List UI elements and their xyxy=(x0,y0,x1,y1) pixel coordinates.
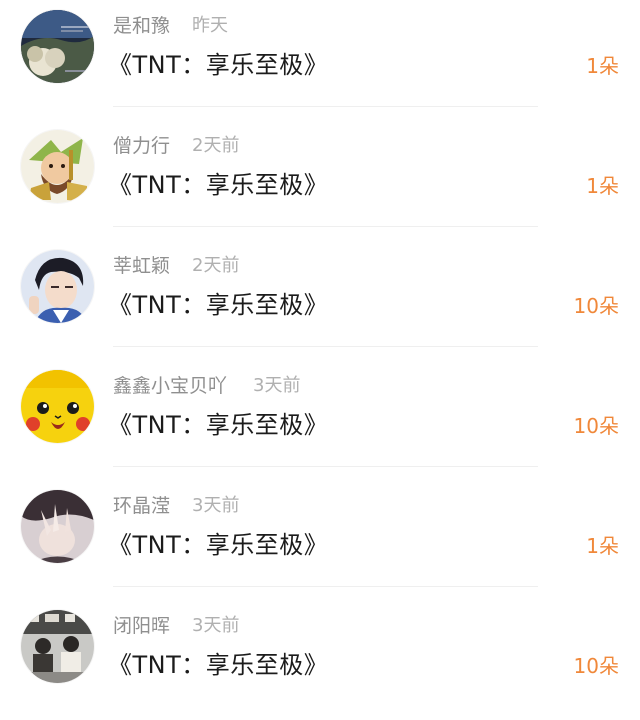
gift-list: 是和豫 昨天 《TNT：享乐至极》 1朵 僧力行 2天前 《TNT：享乐至极》 … xyxy=(0,0,640,713)
user-name[interactable]: 是和豫 xyxy=(113,13,170,39)
row-divider xyxy=(113,466,538,467)
row-divider xyxy=(113,586,538,587)
gift-title: 《TNT：享乐至极》 xyxy=(108,531,329,559)
flower-count: 10朵 xyxy=(573,414,619,438)
user-name[interactable]: 环晶滢 xyxy=(113,493,170,519)
avatar-cartoon-warrior-icon xyxy=(21,130,94,203)
row-divider xyxy=(113,106,538,107)
flower-count: 1朵 xyxy=(586,534,619,558)
timestamp: 昨天 xyxy=(192,15,228,36)
timestamp: 2天前 xyxy=(192,135,240,156)
avatar-hand-portrait-icon xyxy=(21,490,94,563)
gift-title: 《TNT：享乐至极》 xyxy=(108,171,329,199)
row-divider xyxy=(113,226,538,227)
user-name[interactable]: 莘虹颖 xyxy=(113,253,170,279)
flower-count: 1朵 xyxy=(586,174,619,198)
avatar-pikachu-icon xyxy=(21,370,94,443)
timestamp: 3天前 xyxy=(253,375,301,396)
avatar-boy-portrait-icon xyxy=(21,250,94,323)
gift-row[interactable]: 闭阳晖 3天前 《TNT：享乐至极》 10朵 xyxy=(0,600,640,720)
gift-title: 《TNT：享乐至极》 xyxy=(108,411,329,439)
avatar[interactable] xyxy=(21,10,94,83)
user-name[interactable]: 僧力行 xyxy=(113,133,170,159)
flower-count: 10朵 xyxy=(573,654,619,678)
avatar[interactable] xyxy=(21,490,94,563)
avatar[interactable] xyxy=(21,610,94,683)
timestamp: 3天前 xyxy=(192,495,240,516)
flower-count: 1朵 xyxy=(586,54,619,78)
avatar-group-photo-icon xyxy=(21,610,94,683)
user-name[interactable]: 闭阳晖 xyxy=(113,613,170,639)
gift-title: 《TNT：享乐至极》 xyxy=(108,291,329,319)
gift-row[interactable]: 是和豫 昨天 《TNT：享乐至极》 1朵 xyxy=(0,0,640,120)
user-name[interactable]: 鑫鑫小宝贝吖 xyxy=(113,373,227,399)
gift-row[interactable]: 环晶滢 3天前 《TNT：享乐至极》 1朵 xyxy=(0,480,640,600)
gift-title: 《TNT：享乐至极》 xyxy=(108,651,329,679)
avatar[interactable] xyxy=(21,250,94,323)
row-divider xyxy=(113,346,538,347)
gift-row[interactable]: 僧力行 2天前 《TNT：享乐至极》 1朵 xyxy=(0,120,640,240)
flower-count: 10朵 xyxy=(573,294,619,318)
avatar-landscape-photo-icon xyxy=(21,10,94,83)
timestamp: 2天前 xyxy=(192,255,240,276)
gift-title: 《TNT：享乐至极》 xyxy=(108,51,329,79)
avatar[interactable] xyxy=(21,130,94,203)
gift-row[interactable]: 鑫鑫小宝贝吖 3天前 《TNT：享乐至极》 10朵 xyxy=(0,360,640,480)
gift-row[interactable]: 莘虹颖 2天前 《TNT：享乐至极》 10朵 xyxy=(0,240,640,360)
avatar[interactable] xyxy=(21,370,94,443)
timestamp: 3天前 xyxy=(192,615,240,636)
